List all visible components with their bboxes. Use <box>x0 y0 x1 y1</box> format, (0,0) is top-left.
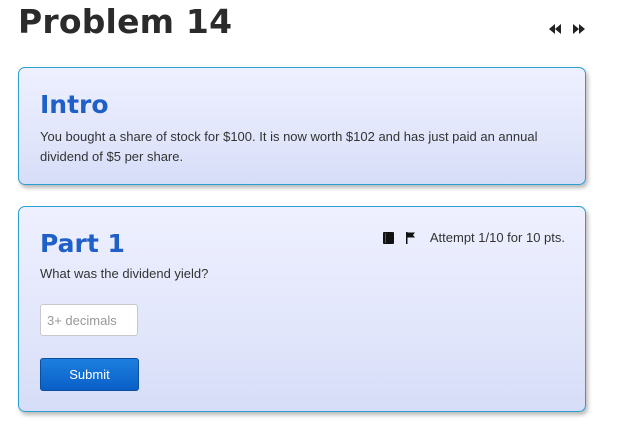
answer-input[interactable] <box>40 304 138 336</box>
intro-card: Intro You bought a share of stock for $1… <box>18 67 586 185</box>
fast-forward-icon <box>573 24 585 34</box>
previous-problem-button[interactable] <box>548 22 562 36</box>
flag-icon[interactable] <box>404 231 418 245</box>
submit-button[interactable]: Submit <box>40 358 139 391</box>
next-problem-button[interactable] <box>572 22 586 36</box>
part-1-heading: Part 1 <box>40 229 125 258</box>
part-tools: Attempt 1/10 for 10 pts. <box>382 230 565 245</box>
book-icon[interactable] <box>382 231 396 245</box>
intro-heading: Intro <box>40 90 109 119</box>
part-1-card: Part 1 Attempt 1/10 for 10 pts. What was… <box>18 206 586 412</box>
question-text: What was the dividend yield? <box>40 266 209 281</box>
problem-nav <box>548 22 586 36</box>
attempt-counter: Attempt 1/10 for 10 pts. <box>429 230 565 245</box>
page-title: Problem 14 <box>18 2 233 41</box>
intro-text: You bought a share of stock for $100. It… <box>40 129 538 164</box>
rewind-icon <box>549 24 561 34</box>
